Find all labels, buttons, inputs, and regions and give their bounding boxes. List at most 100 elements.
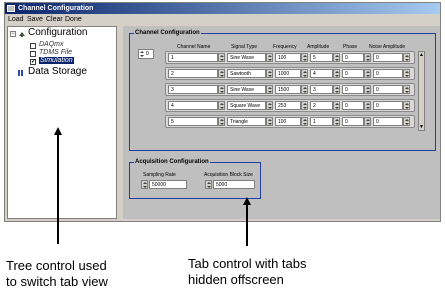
phase-ring[interactable] [364, 85, 371, 94]
channel-name-ring[interactable] [218, 53, 225, 62]
header-signal-type: Signal Type [231, 44, 258, 50]
noise-amplitude-field[interactable]: 0 [373, 69, 403, 78]
checkbox-simulation[interactable]: ✓ [30, 59, 36, 65]
amplitude-ring[interactable] [333, 53, 340, 62]
phase-field[interactable]: 0 [342, 69, 364, 78]
signal-type-field[interactable]: Triangle [227, 117, 266, 126]
header-channel-name: Channel Name [177, 44, 211, 50]
amplitude-field[interactable]: 5 [310, 53, 333, 62]
phase-ring[interactable] [364, 101, 371, 110]
phase-ring[interactable] [364, 53, 371, 62]
sampling-rate-stepper[interactable] [141, 180, 148, 189]
tree-node-configuration[interactable]: Configuration [28, 27, 87, 38]
menu-clear[interactable]: Clear [46, 14, 63, 25]
noise-amplitude-ring[interactable] [403, 117, 410, 126]
tree-caption: Tree control used to switch tab view [6, 258, 108, 289]
amplitude-ring[interactable] [333, 85, 340, 94]
sampling-rate-label: Sampling Rate [143, 172, 176, 178]
amplitude-field[interactable]: 3 [310, 85, 333, 94]
title-bar[interactable]: Channel Configuration [5, 3, 440, 14]
frequency-ring[interactable] [301, 85, 308, 94]
noise-amplitude-field[interactable]: 0 [373, 53, 403, 62]
frequency-ring[interactable] [301, 117, 308, 126]
tree-node-simulation[interactable]: Simulation [39, 57, 74, 64]
scroll-up-icon[interactable]: ▲ [419, 52, 424, 58]
signal-type-ring[interactable] [266, 53, 273, 62]
block-size-stepper[interactable] [205, 180, 212, 189]
amplitude-ring[interactable] [333, 101, 340, 110]
window-title: Channel Configuration [18, 5, 94, 12]
phase-ring[interactable] [364, 117, 371, 126]
scroll-down-icon[interactable]: ▼ [419, 124, 424, 130]
table-scrollbar[interactable]: ▲ ▼ [418, 51, 425, 131]
amplitude-field[interactable]: 4 [310, 69, 333, 78]
app-icon [7, 5, 15, 12]
index-increment-icon[interactable] [139, 50, 145, 58]
app-window: Channel Configuration Load Save Clear Do… [4, 2, 441, 222]
menu-done[interactable]: Done [65, 14, 82, 25]
frequency-field[interactable]: 1500 [275, 85, 301, 94]
noise-amplitude-field[interactable]: 0 [373, 117, 403, 126]
phase-field[interactable]: 0 [342, 53, 364, 62]
checkbox-tdms-file[interactable] [30, 51, 36, 57]
noise-amplitude-field[interactable]: 0 [373, 101, 403, 110]
collapse-icon[interactable]: − [10, 31, 16, 37]
signal-type-ring[interactable] [266, 85, 273, 94]
amplitude-ring[interactable] [333, 117, 340, 126]
signal-type-ring[interactable] [266, 101, 273, 110]
channel-name-field[interactable]: 4 [168, 101, 218, 110]
phase-field[interactable]: 0 [342, 101, 364, 110]
channel-name-field[interactable]: 2 [168, 69, 218, 78]
acquisition-configuration-group: Acquisition Configuration Sampling Rate … [129, 158, 261, 199]
frequency-field[interactable]: 100 [275, 117, 301, 126]
tab-control-panel: Channel Configuration 0 Channel Name Sig… [123, 26, 440, 219]
frequency-field[interactable]: 253 [275, 101, 301, 110]
noise-amplitude-ring[interactable] [403, 85, 410, 94]
tree-control[interactable]: − Configuration DAQmx TDMS File ✓ Simula… [7, 26, 117, 219]
channel-name-field[interactable]: 3 [168, 85, 218, 94]
menu-save[interactable]: Save [27, 14, 43, 25]
block-size-field[interactable]: 5000 [213, 180, 255, 189]
frequency-ring[interactable] [301, 101, 308, 110]
phase-field[interactable]: 0 [342, 85, 364, 94]
checkbox-daqmx[interactable] [30, 43, 36, 49]
channel-name-ring[interactable] [218, 101, 225, 110]
header-noise-amplitude: Noise Amplitude [369, 44, 406, 50]
frequency-field[interactable]: 100 [275, 53, 301, 62]
tree-node-tdms-file[interactable]: TDMS File [39, 49, 72, 56]
frequency-ring[interactable] [301, 53, 308, 62]
sampling-rate-field[interactable]: 50000 [149, 180, 187, 189]
amplitude-ring[interactable] [333, 69, 340, 78]
signal-type-field[interactable]: Sawtooth [227, 69, 266, 78]
signal-type-field[interactable]: Sine Wave [227, 53, 266, 62]
noise-amplitude-ring[interactable] [403, 69, 410, 78]
channel-configuration-group: Channel Configuration 0 Channel Name Sig… [129, 29, 436, 151]
channel-name-field[interactable]: 1 [168, 53, 218, 62]
block-size-label: Acquisition Block Size [204, 172, 253, 178]
noise-amplitude-ring[interactable] [403, 101, 410, 110]
phase-field[interactable]: 0 [342, 117, 364, 126]
amplitude-field[interactable]: 1 [310, 117, 333, 126]
header-phase: Phase [343, 44, 358, 50]
amplitude-field[interactable]: 2 [310, 101, 333, 110]
acquisition-configuration-title: Acquisition Configuration [134, 158, 210, 166]
signal-type-ring[interactable] [266, 69, 273, 78]
channel-name-ring[interactable] [218, 85, 225, 94]
noise-amplitude-ring[interactable] [403, 53, 410, 62]
array-index-control[interactable]: 0 [138, 49, 154, 59]
channel-configuration-title: Channel Configuration [134, 29, 201, 37]
menu-load[interactable]: Load [8, 14, 24, 25]
tree-node-daqmx[interactable]: DAQmx [39, 41, 64, 48]
frequency-field[interactable]: 1000 [275, 69, 301, 78]
phase-ring[interactable] [364, 69, 371, 78]
signal-type-field[interactable]: Square Wave [227, 101, 266, 110]
channel-name-field[interactable]: 5 [168, 117, 218, 126]
channel-name-ring[interactable] [218, 69, 225, 78]
channel-name-ring[interactable] [218, 117, 225, 126]
frequency-ring[interactable] [301, 69, 308, 78]
noise-amplitude-field[interactable]: 0 [373, 85, 403, 94]
signal-type-ring[interactable] [266, 117, 273, 126]
tree-node-data-storage[interactable]: Data Storage [28, 66, 87, 77]
configuration-icon [19, 32, 25, 37]
signal-type-field[interactable]: Sine Wave [227, 85, 266, 94]
